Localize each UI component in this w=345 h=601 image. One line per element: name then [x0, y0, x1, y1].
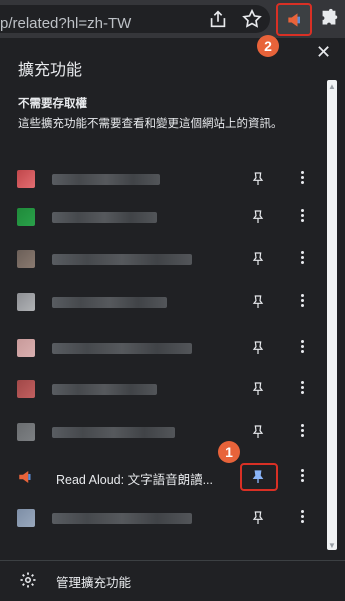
more-options-icon[interactable]: [297, 467, 307, 487]
extension-row[interactable]: [0, 283, 325, 321]
extension-name-redacted: [52, 513, 192, 524]
extension-name-redacted: [52, 343, 192, 354]
extension-name: Read Aloud: 文字語音朗讀...: [56, 473, 214, 487]
more-options-icon[interactable]: [297, 338, 307, 358]
extension-icon: [17, 170, 35, 188]
extension-row[interactable]: [0, 160, 325, 198]
extension-icon: [17, 468, 35, 486]
more-options-icon[interactable]: [297, 508, 307, 528]
extension-icon: [17, 509, 35, 527]
url-text: p/related?hl=zh-TW: [0, 15, 132, 32]
manage-extensions-footer[interactable]: 管理擴充功能: [0, 560, 345, 601]
extension-row[interactable]: [0, 413, 325, 451]
extension-name-redacted: [52, 174, 160, 185]
scrollbar-thumb[interactable]: [327, 80, 337, 550]
pin-icon[interactable]: [250, 381, 266, 397]
extension-name-redacted: [52, 297, 167, 308]
extension-row[interactable]: [0, 198, 325, 236]
pin-icon[interactable]: [250, 340, 266, 356]
address-bar[interactable]: p/related?hl=zh-TW: [0, 5, 270, 33]
more-options-icon[interactable]: [297, 422, 307, 442]
share-icon[interactable]: [207, 8, 229, 30]
annotation-badge-1: 1: [218, 441, 240, 463]
more-options-icon[interactable]: [297, 169, 307, 189]
pin-icon[interactable]: [250, 510, 266, 526]
extension-row[interactable]: [0, 329, 325, 367]
close-icon[interactable]: ✕: [316, 42, 331, 63]
more-options-icon[interactable]: [297, 379, 307, 399]
extension-row[interactable]: [0, 499, 325, 537]
read-aloud-icon: [288, 13, 300, 27]
more-options-icon[interactable]: [297, 292, 307, 312]
pin-icon[interactable]: [250, 209, 266, 225]
pin-highlight-box: [240, 463, 278, 491]
extension-icon: [17, 293, 35, 311]
puzzle-extensions-icon[interactable]: [318, 8, 340, 30]
more-options-icon[interactable]: [297, 207, 307, 227]
extension-name-redacted: [52, 212, 157, 223]
section-description: 這些擴充功能不需要查看和變更這個網站上的資訊。: [18, 118, 283, 130]
extension-row[interactable]: [0, 240, 325, 278]
extension-icon: [17, 250, 35, 268]
extension-name-redacted: [52, 384, 157, 395]
extension-row[interactable]: [0, 370, 325, 408]
pin-icon[interactable]: [250, 294, 266, 310]
more-options-icon[interactable]: [297, 249, 307, 269]
panel-title: 擴充功能: [18, 62, 83, 79]
extension-name-redacted: [52, 427, 175, 438]
annotation-badge-2: 2: [257, 35, 279, 57]
extension-name-redacted: [52, 254, 192, 265]
gear-icon: [20, 572, 36, 588]
pin-icon[interactable]: [250, 171, 266, 187]
section-heading: 不需要存取權: [18, 98, 87, 110]
extension-icon: [17, 423, 35, 441]
extension-icon: [17, 208, 35, 226]
manage-extensions-label: 管理擴充功能: [56, 576, 132, 590]
pin-icon[interactable]: [250, 424, 266, 440]
pin-icon[interactable]: [250, 251, 266, 267]
extension-icon: [17, 380, 35, 398]
browser-toolbar: p/related?hl=zh-TW: [0, 0, 345, 38]
read-aloud-toolbar-button[interactable]: [276, 3, 312, 36]
scroll-up-arrow-icon[interactable]: ▲: [327, 82, 337, 91]
extension-icon: [17, 339, 35, 357]
bookmark-star-icon[interactable]: [241, 8, 263, 30]
scroll-down-arrow-icon[interactable]: ▼: [327, 541, 337, 550]
